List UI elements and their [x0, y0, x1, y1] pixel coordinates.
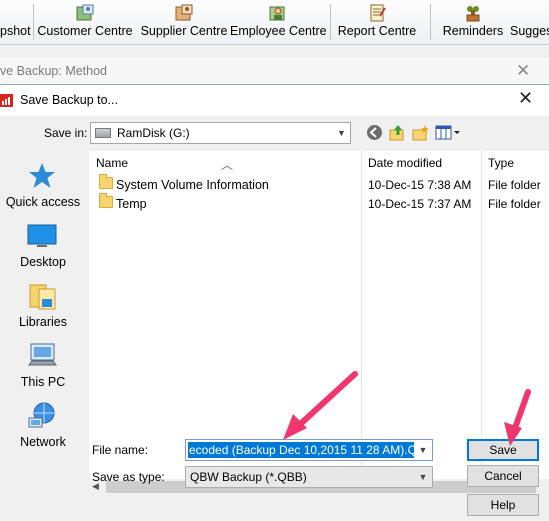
file-date: 10-Dec-15 7:37 AM	[368, 197, 472, 211]
help-button[interactable]: Help	[467, 494, 539, 516]
toolbar-customer-centre[interactable]: Customer Centre	[36, 0, 134, 45]
file-date: 10-Dec-15 7:38 AM	[368, 178, 472, 192]
supplier-centre-icon	[175, 4, 193, 21]
place-desktop[interactable]: Desktop	[0, 221, 86, 277]
place-quick-access-label: Quick access	[5, 195, 81, 209]
back-icon[interactable]	[366, 124, 383, 141]
report-centre-icon	[370, 4, 386, 22]
sort-ascending-icon: ︿	[221, 158, 234, 172]
file-name-label: File name:	[92, 443, 149, 457]
file-name: Temp	[116, 197, 147, 211]
toolbar-separator	[33, 4, 34, 40]
this-pc-icon	[28, 343, 57, 366]
file-type: File folder	[488, 197, 541, 211]
place-this-pc[interactable]: This PC	[0, 341, 86, 397]
save-backup-dialog: Save Backup to... ✕ Save in: RamDisk (G:…	[0, 84, 549, 521]
chevron-down-icon: ▼	[337, 128, 346, 138]
app-logo-icon	[0, 94, 13, 107]
libraries-icon	[29, 284, 56, 310]
cancel-button[interactable]: Cancel	[467, 465, 539, 487]
customer-centre-icon	[76, 4, 94, 21]
screen: pshot Customer Centre Supplier Centre Em…	[0, 0, 549, 521]
save-in-label: Save in:	[44, 126, 88, 140]
toolbar-supplier-centre[interactable]: Supplier Centre	[138, 0, 230, 45]
save-in-value: RamDisk (G:)	[117, 126, 190, 140]
file-name: System Volume Information	[116, 178, 269, 192]
toolbar-reminders[interactable]: Reminders	[440, 0, 506, 45]
chevron-down-icon: ▼	[418, 472, 428, 482]
places-bar: Quick access Desktop Libraries This PC N…	[0, 151, 86, 481]
save-as-type-dropdown[interactable]: QBW Backup (*.QBB) ▼	[185, 466, 433, 488]
toolbar-customer-centre-label: Customer Centre	[37, 24, 133, 38]
network-icon	[28, 402, 55, 428]
place-this-pc-label: This PC	[20, 375, 66, 389]
toolbar-employee-centre[interactable]: Employee Centre	[230, 0, 327, 45]
toolbar-report-centre[interactable]: Report Centre	[334, 0, 420, 45]
place-quick-access[interactable]: Quick access	[0, 161, 86, 217]
app-toolbar: pshot Customer Centre Supplier Centre Em…	[0, 0, 549, 45]
toolbar-reminders-label: Reminders	[442, 24, 504, 38]
toolbar-report-centre-label: Report Centre	[337, 24, 417, 38]
column-header-date-modified[interactable]: Date modified	[368, 156, 442, 170]
drive-icon	[95, 128, 111, 138]
folder-icon	[99, 174, 113, 189]
column-header-type[interactable]: Type	[488, 156, 514, 170]
backup-method-title: ve Backup: Method	[0, 64, 108, 78]
save-as-type-value: QBW Backup (*.QBB)	[190, 470, 307, 484]
file-type: File folder	[488, 178, 541, 192]
place-libraries-label: Libraries	[19, 315, 67, 329]
employee-centre-icon	[269, 6, 285, 21]
quick-access-icon	[29, 163, 55, 188]
column-header-name[interactable]: Name	[96, 156, 128, 170]
new-folder-icon[interactable]	[412, 124, 429, 141]
place-network-label: Network	[20, 435, 66, 449]
save-in-dropdown[interactable]: RamDisk (G:) ▼	[90, 122, 351, 144]
toolbar-snapshot-label: pshot	[0, 24, 31, 38]
chevron-down-icon[interactable]: ▼	[415, 441, 431, 459]
file-list-header: ︿ Name Date modified Type	[89, 151, 549, 173]
save-as-type-label: Save as type:	[92, 470, 165, 484]
toolbar-employee-centre-label: Employee Centre	[230, 24, 327, 38]
close-icon[interactable]: ✕	[516, 61, 530, 81]
reminders-icon	[466, 6, 480, 22]
place-libraries[interactable]: Libraries	[0, 281, 86, 337]
toolbar-suggestions-label: Sugges	[510, 24, 549, 38]
file-name-input[interactable]: ecoded (Backup Dec 10,2015 11 28 AM).QBB…	[185, 439, 433, 461]
dialog-titlebar: Save Backup to... ✕	[0, 85, 549, 116]
folder-icon	[99, 193, 113, 208]
up-folder-icon[interactable]	[389, 124, 406, 141]
toolbar-suggestions[interactable]: Sugges	[506, 0, 549, 45]
file-name-value: ecoded (Backup Dec 10,2015 11 28 AM).QBB	[188, 442, 414, 458]
desktop-icon	[27, 224, 57, 247]
close-icon[interactable]: ✕	[518, 88, 533, 109]
place-network[interactable]: Network	[0, 401, 86, 457]
toolbar-snapshot[interactable]: pshot	[0, 0, 32, 45]
save-button[interactable]: Save	[467, 439, 539, 461]
dialog-title: Save Backup to...	[20, 93, 118, 107]
toolbar-supplier-centre-label: Supplier Centre	[140, 24, 228, 38]
toolbar-separator	[330, 4, 331, 40]
file-row[interactable]: System Volume Information 10-Dec-15 7:38…	[89, 174, 549, 194]
toolbar-separator	[430, 4, 431, 40]
place-desktop-label: Desktop	[20, 255, 66, 269]
file-row[interactable]: Temp 10-Dec-15 7:37 AM File folder	[89, 193, 549, 213]
view-menu-icon[interactable]	[435, 124, 461, 141]
